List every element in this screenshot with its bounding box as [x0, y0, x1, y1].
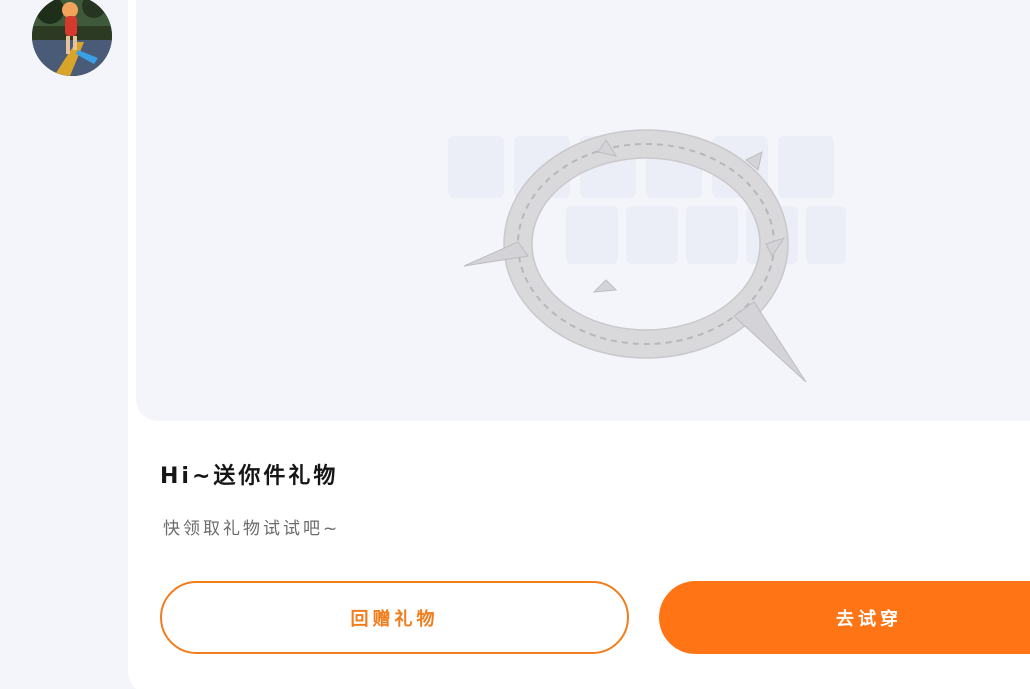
return-gift-label: 回赠礼物 — [350, 608, 439, 630]
gift-subtitle: 快领取礼物试试吧~ — [163, 519, 341, 539]
item-preview — [136, 0, 1030, 421]
gift-title: Hi~送你件礼物 — [160, 464, 339, 489]
gift-page: Hi~送你件礼物 快领取礼物试试吧~ 回赠礼物 去试穿 — [0, 0, 1030, 689]
try-on-label: 去试穿 — [836, 608, 902, 630]
return-gift-button[interactable]: 回赠礼物 — [160, 581, 629, 654]
try-on-button[interactable]: 去试穿 — [659, 581, 1030, 654]
item-preview-art — [448, 129, 846, 383]
avatar-photo-icon — [32, 0, 112, 76]
user-avatar[interactable] — [32, 0, 112, 76]
